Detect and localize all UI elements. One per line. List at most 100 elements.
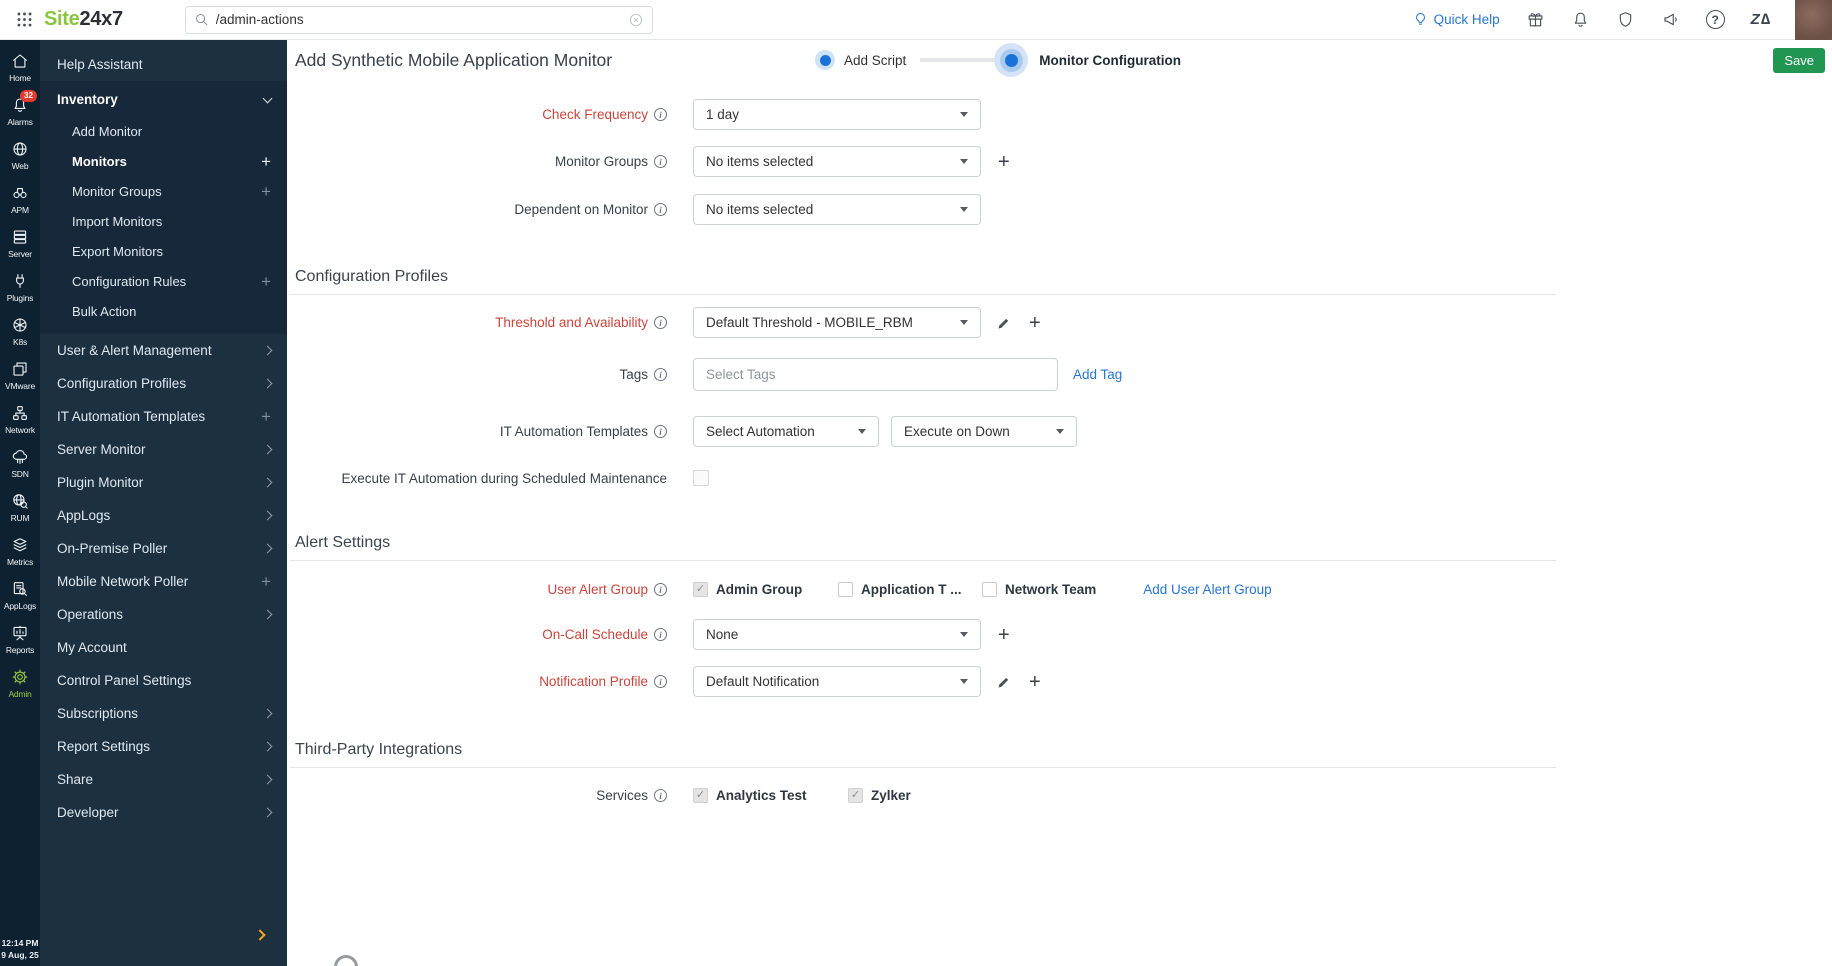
save-button[interactable]: Save xyxy=(1773,48,1825,73)
plus-icon[interactable]: + xyxy=(261,183,271,200)
checkbox-network-team[interactable]: Network Team xyxy=(982,582,1096,597)
info-icon[interactable]: i xyxy=(654,316,667,329)
site24x7-logo[interactable]: Site24x7 xyxy=(44,8,123,31)
sidebar-item-report-settings[interactable]: Report Settings xyxy=(40,730,287,763)
rail-item-home[interactable]: Home xyxy=(0,52,40,83)
quick-help-button[interactable]: Quick Help xyxy=(1412,11,1500,28)
rail-item-metrics[interactable]: Metrics xyxy=(0,536,40,567)
rail-item-admin[interactable]: Admin xyxy=(0,668,40,699)
zia-button[interactable]: Z∆ xyxy=(1751,11,1771,28)
sidebar-item-applogs[interactable]: AppLogs xyxy=(40,499,287,532)
notification-profile-select[interactable]: Default Notification xyxy=(693,666,981,697)
sidebar-item-configuration-rules[interactable]: Configuration Rules + xyxy=(40,266,287,296)
help-button[interactable]: ? xyxy=(1705,10,1725,29)
checkbox-zylker[interactable]: ✓ Zylker xyxy=(848,788,911,803)
rail-item-k8s[interactable]: K8s xyxy=(0,316,40,347)
security-button[interactable] xyxy=(1616,10,1635,29)
sidebar-item-my-account[interactable]: My Account xyxy=(40,631,287,664)
search-input[interactable] xyxy=(215,12,628,27)
info-icon[interactable]: i xyxy=(654,368,667,381)
plus-icon[interactable]: + xyxy=(261,273,271,290)
rail-item-server[interactable]: Server xyxy=(0,228,40,259)
notifications-button[interactable] xyxy=(1571,10,1590,29)
step-add-script-indicator[interactable] xyxy=(815,50,835,70)
sidebar-item-monitor-groups[interactable]: Monitor Groups + xyxy=(40,176,287,206)
info-icon[interactable]: i xyxy=(654,108,667,121)
check-frequency-select[interactable]: 1 day xyxy=(693,99,981,130)
dropdown-caret-icon xyxy=(960,159,968,164)
sidebar-item-control-panel-settings[interactable]: Control Panel Settings xyxy=(40,664,287,697)
checkbox-application-team[interactable]: Application T ... xyxy=(838,582,982,597)
sidebar-item-help-assistant[interactable]: Help Assistant xyxy=(40,48,287,81)
rail-item-sdn[interactable]: SDN xyxy=(0,448,40,479)
step-monitor-configuration-indicator[interactable] xyxy=(994,43,1029,77)
rail-item-web[interactable]: Web xyxy=(0,140,40,171)
user-avatar[interactable] xyxy=(1795,0,1832,40)
add-tag-link[interactable]: Add Tag xyxy=(1073,367,1122,382)
notification-profile-row: Notification Profile i Default Notificat… xyxy=(287,666,1832,697)
sidebar-item-monitors[interactable]: Monitors + xyxy=(40,146,287,176)
dependent-monitor-select[interactable]: No items selected xyxy=(693,194,981,225)
plus-icon[interactable]: + xyxy=(261,153,271,170)
info-icon[interactable]: i xyxy=(654,789,667,802)
section-divider xyxy=(290,294,1556,295)
app-grid-icon[interactable] xyxy=(10,6,38,34)
plus-icon[interactable]: + xyxy=(261,573,271,590)
whats-new-button[interactable] xyxy=(1526,10,1545,29)
add-threshold-icon[interactable]: + xyxy=(1029,313,1041,333)
plus-icon[interactable]: + xyxy=(261,408,271,425)
on-call-schedule-select[interactable]: None xyxy=(693,619,981,650)
step-monitor-configuration-label: Monitor Configuration xyxy=(1039,52,1181,68)
add-user-alert-group-link[interactable]: Add User Alert Group xyxy=(1143,582,1271,597)
sidebar-item-share[interactable]: Share xyxy=(40,763,287,796)
rail-item-network[interactable]: Network xyxy=(0,404,40,435)
sidebar-collapse-toggle[interactable] xyxy=(254,929,266,941)
sidebar-item-server-monitor[interactable]: Server Monitor xyxy=(40,433,287,466)
automation-action-select[interactable]: Execute on Down xyxy=(891,416,1077,447)
clear-search-icon[interactable] xyxy=(628,12,644,28)
sidebar-item-export-monitors[interactable]: Export Monitors xyxy=(40,236,287,266)
info-icon[interactable]: i xyxy=(654,583,667,596)
info-icon[interactable]: i xyxy=(654,675,667,688)
sidebar-item-subscriptions[interactable]: Subscriptions xyxy=(40,697,287,730)
info-icon[interactable]: i xyxy=(654,628,667,641)
sidebar-item-add-monitor[interactable]: Add Monitor xyxy=(40,116,287,146)
rail-item-applogs[interactable]: AppLogs xyxy=(0,580,40,611)
checkbox-analytics-test[interactable]: ✓ Analytics Test xyxy=(693,788,848,803)
sidebar-item-import-monitors[interactable]: Import Monitors xyxy=(40,206,287,236)
rail-item-apm[interactable]: APM xyxy=(0,184,40,215)
info-icon[interactable]: i xyxy=(654,155,667,168)
execute-maintenance-checkbox[interactable] xyxy=(693,470,709,486)
rail-item-reports[interactable]: Reports xyxy=(0,624,40,655)
info-icon[interactable]: i xyxy=(654,425,667,438)
sidebar-item-plugin-monitor[interactable]: Plugin Monitor xyxy=(40,466,287,499)
checkbox-admin-group[interactable]: ✓ Admin Group xyxy=(693,582,838,597)
add-monitor-group-icon[interactable]: + xyxy=(998,152,1010,172)
sidebar-item-mobile-network-poller[interactable]: Mobile Network Poller + xyxy=(40,565,287,598)
rail-item-rum[interactable]: RUM xyxy=(0,492,40,523)
automation-template-select[interactable]: Select Automation xyxy=(693,416,879,447)
rail-item-plugins[interactable]: Plugins xyxy=(0,272,40,303)
sidebar-item-configuration-profiles[interactable]: Configuration Profiles xyxy=(40,367,287,400)
sidebar-item-on-premise-poller[interactable]: On-Premise Poller xyxy=(40,532,287,565)
sidebar-item-inventory[interactable]: Inventory xyxy=(40,83,287,116)
rail-item-vmware[interactable]: VMware xyxy=(0,360,40,391)
sidebar-item-user-alert-management[interactable]: User & Alert Management xyxy=(40,334,287,367)
announcements-button[interactable] xyxy=(1661,10,1680,29)
add-on-call-schedule-icon[interactable]: + xyxy=(998,625,1010,645)
threshold-select[interactable]: Default Threshold - MOBILE_RBM xyxy=(693,307,981,338)
add-notification-profile-icon[interactable]: + xyxy=(1029,672,1041,692)
info-icon[interactable]: i xyxy=(654,203,667,216)
monitor-groups-select[interactable]: No items selected xyxy=(693,146,981,177)
rail-item-alarms[interactable]: 32 Alarms xyxy=(0,90,40,127)
sidebar-nav: Help Assistant Inventory Add Monitor Mon… xyxy=(40,40,287,966)
sidebar-item-it-automation-templates[interactable]: IT Automation Templates + xyxy=(40,400,287,433)
tags-input[interactable] xyxy=(693,358,1058,391)
edit-threshold-icon[interactable] xyxy=(997,315,1012,330)
edit-notification-profile-icon[interactable] xyxy=(997,674,1012,689)
sidebar-item-operations[interactable]: Operations xyxy=(40,598,287,631)
sidebar-item-developer[interactable]: Developer xyxy=(40,796,287,829)
sidebar-item-bulk-action[interactable]: Bulk Action xyxy=(40,296,287,326)
global-search[interactable] xyxy=(184,5,653,34)
floating-button-partial[interactable] xyxy=(334,955,358,966)
